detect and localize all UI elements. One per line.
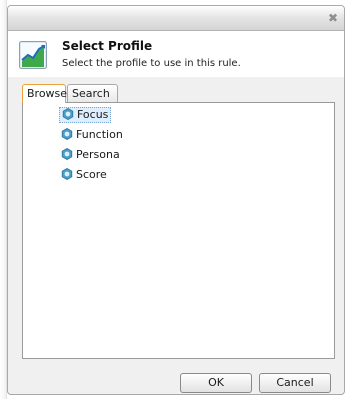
browse-panel: Focus Function Persona Score — [22, 102, 335, 359]
cancel-button[interactable]: Cancel — [259, 373, 331, 393]
tree-item-label: Score — [76, 168, 107, 181]
profile-node-icon — [61, 128, 73, 140]
close-icon[interactable]: ✖ — [326, 11, 340, 25]
profile-node-icon — [62, 108, 74, 120]
tab-search[interactable]: Search — [67, 84, 118, 102]
dialog-header: Select Profile Select the profile to use… — [8, 31, 344, 77]
select-profile-dialog: ✖ Select Profile Select the profile to u… — [7, 5, 345, 395]
tree-item-persona[interactable]: Persona — [59, 147, 122, 163]
ok-button[interactable]: OK — [180, 373, 252, 393]
tree-item-label: Persona — [76, 148, 120, 161]
profile-node-icon — [61, 168, 73, 180]
dialog-title: Select Profile — [62, 39, 153, 53]
tree-item-focus[interactable]: Focus — [59, 107, 112, 123]
tree-item-function[interactable]: Function — [59, 127, 125, 143]
profile-node-icon — [61, 148, 73, 160]
profile-chart-icon — [19, 41, 47, 69]
background-window-edge — [0, 0, 7, 399]
tree-item-score[interactable]: Score — [59, 167, 109, 183]
tree-item-label: Function — [76, 128, 123, 141]
tab-browse[interactable]: Browse — [22, 84, 67, 103]
dialog-subtitle: Select the profile to use in this rule. — [62, 58, 241, 69]
dialog-titlebar[interactable]: ✖ — [8, 6, 344, 31]
tree-item-label: Focus — [77, 108, 109, 121]
